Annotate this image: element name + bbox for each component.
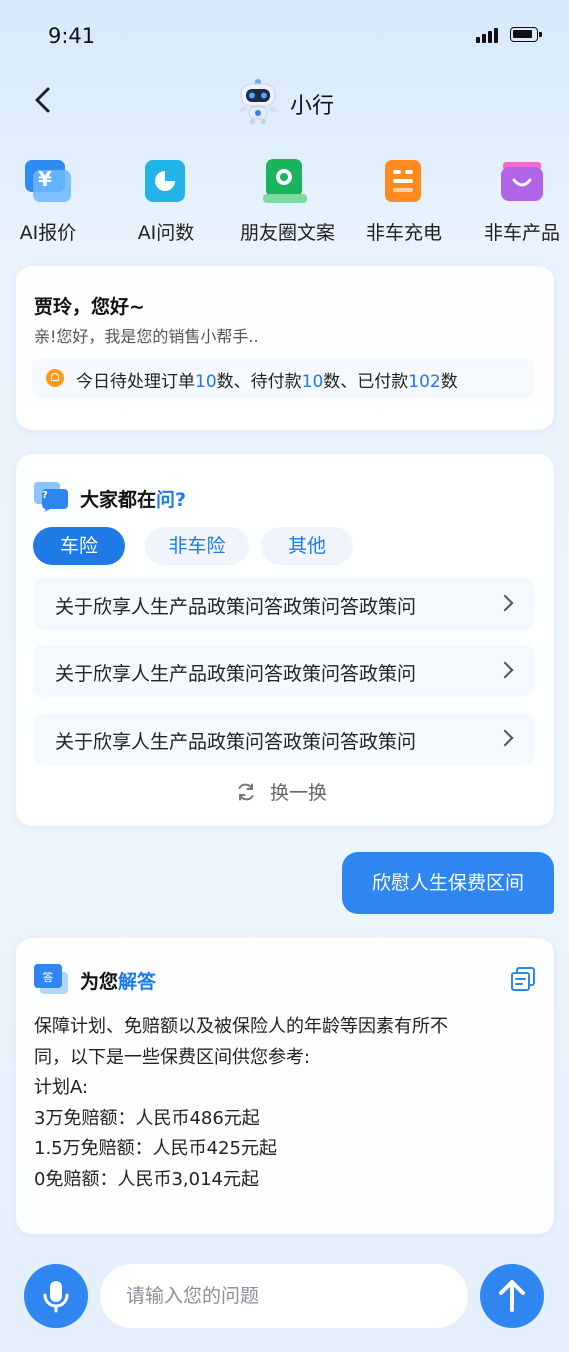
question-input[interactable] [100,1264,468,1328]
send-button[interactable] [480,1264,544,1328]
chevron-right-icon [496,729,514,747]
todo-notice-text: 今日待处理订单10数、待付款10数、已付款102数 [76,372,458,392]
faq-question-text: 关于欣享人生产品政策问答政策问答政策问 [55,731,417,753]
faq-card: ? 大家都在问? 车险 非车险 其他 关于欣享人生产品政策问答政策问答政策问 关… [16,454,554,826]
moments-icon [260,156,310,206]
tool-ai-quote[interactable]: ¥ AI报价 [3,156,93,245]
answer-line: 3万免赔额：人民币486元起 [34,1107,260,1129]
faq-question-row[interactable]: 关于欣享人生产品政策问答政策问答政策问 [33,713,535,765]
tab-car-insurance[interactable]: 车险 [33,527,125,565]
tool-label: AI报价 [19,222,77,244]
question-chat-icon: ? [34,482,68,512]
tool-label: 朋友圈文案 [240,222,336,244]
chevron-left-icon [35,87,50,113]
answer-card: 答 为您解答 保障计划、免赔额以及被保险人的年龄等因素有所不 同，以下是一些保费… [16,938,554,1234]
tool-label: AI问数 [137,222,195,244]
refresh-icon[interactable] [236,782,256,802]
answer-line: 同，以下是一些保费区间供您参考: [34,1046,311,1068]
answer-line: 计划A: [34,1077,89,1098]
faq-question-row[interactable]: 关于欣享人生产品政策问答政策问答政策问 [33,578,535,630]
refresh-button[interactable]: 换一换 [270,778,327,805]
battery-icon [510,27,542,42]
page-title: 小行 [290,94,335,119]
user-message-bubble: 欣慰人生保费区间 [342,852,554,914]
pending-orders-count: 10 [195,372,217,392]
faq-title: 大家都在问? [80,489,187,511]
answer-line: 1.5万免赔额：人民币425元起 [34,1138,277,1159]
svg-text:?: ? [42,490,48,501]
faq-question-row[interactable]: 关于欣享人生产品政策问答政策问答政策问 [33,645,535,697]
tab-other[interactable]: 其他 [261,527,353,565]
paid-count: 102 [408,372,441,392]
back-button[interactable] [28,84,60,116]
signal-icon [476,28,502,43]
faq-question-text: 关于欣享人生产品政策问答政策问答政策问 [55,663,417,685]
copy-icon[interactable] [510,966,536,992]
tab-non-car-insurance[interactable]: 非车险 [145,527,249,565]
answer-title: 为您解答 [80,971,157,993]
arrow-up-icon [499,1280,525,1312]
answer-chat-icon: 答 [34,964,68,996]
greeting-card: 贾玲，您好~ 亲!您好，我是您的销售小帮手.. 今日待处理订单10数、待付款10… [16,266,554,430]
svg-text:¥: ¥ [38,167,52,191]
greeting-name: 贾玲，您好~ [34,296,145,318]
tool-products[interactable]: 非车产品 [477,156,567,245]
chart-icon [141,156,191,206]
robot-avatar-icon [236,78,280,124]
answer-body: 保障计划、免赔额以及被保险人的年龄等因素有所不 同，以下是一些保费区间供您参考:… [34,1012,538,1195]
tool-moments-copy[interactable]: 朋友圈文案 [240,156,336,245]
svg-text:答: 答 [43,970,54,984]
pending-payment-count: 10 [301,372,324,392]
answer-line: 保障计划、免赔额以及被保险人的年龄等因素有所不 [34,1016,448,1037]
yuan-icon: ¥ [23,156,73,206]
status-time: 9:41 [48,24,96,48]
voice-input-button[interactable] [24,1264,88,1328]
tool-ai-data[interactable]: AI问数 [121,156,211,245]
tool-charging[interactable]: 非车充电 [359,156,449,245]
greeting-subtitle: 亲!您好，我是您的销售小帮手.. [34,327,259,346]
tool-label: 非车产品 [483,222,560,244]
answer-line: 0免赔额：人民币3,014元起 [34,1168,259,1190]
todo-notice[interactable]: 今日待处理订单10数、待付款10数、已付款102数 [32,358,534,398]
bell-icon [46,369,64,387]
chevron-right-icon [496,594,514,612]
list-icon [379,156,429,206]
microphone-icon [43,1281,69,1313]
tool-label: 非车充电 [365,222,442,244]
bag-icon [497,156,547,206]
faq-question-text: 关于欣享人生产品政策问答政策问答政策问 [55,596,417,618]
chevron-right-icon [496,661,514,679]
